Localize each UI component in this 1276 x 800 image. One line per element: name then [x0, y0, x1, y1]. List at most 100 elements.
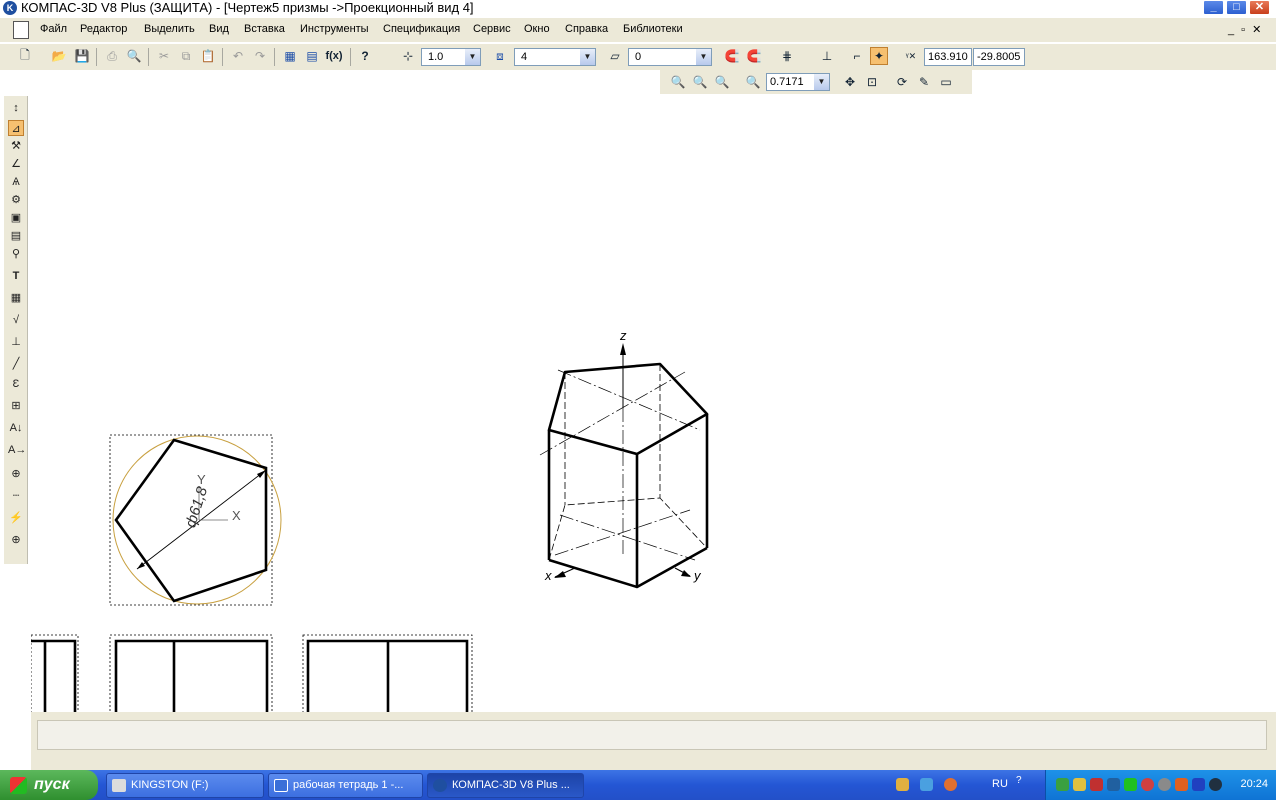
- local-cs-icon[interactable]: ⊥: [818, 47, 836, 65]
- dimension-tool-icon[interactable]: ↕: [8, 100, 24, 116]
- menu-window[interactable]: Окно: [524, 23, 550, 35]
- maximize-button[interactable]: □: [1226, 0, 1247, 15]
- geometry-tool-icon[interactable]: ⊿: [8, 120, 24, 136]
- style-icon[interactable]: ▱: [606, 47, 624, 65]
- view-tool-icon[interactable]: ⊕: [8, 466, 24, 482]
- document-icon[interactable]: [13, 21, 29, 39]
- cut-icon[interactable]: ✂: [155, 47, 173, 65]
- print-preview-icon[interactable]: 🔍: [125, 47, 143, 65]
- menu-service[interactable]: Сервис: [473, 23, 511, 35]
- menu-help[interactable]: Справка: [565, 23, 608, 35]
- redo-icon[interactable]: ↷: [251, 47, 269, 65]
- drawing-svg[interactable]: ф61,8 X Y z x y: [31, 96, 1276, 712]
- tray-icon[interactable]: [1073, 778, 1086, 791]
- tray-icon[interactable]: [1209, 778, 1222, 791]
- save-icon[interactable]: 💾: [73, 47, 91, 65]
- text-tool-icon[interactable]: T: [8, 268, 24, 284]
- zoom-in-icon[interactable]: 🔍: [691, 73, 709, 91]
- menu-file[interactable]: Файл: [40, 23, 67, 35]
- show-all-icon[interactable]: ⊡: [863, 73, 881, 91]
- coord-x-field[interactable]: 163.910: [924, 48, 972, 66]
- base-tool-icon[interactable]: ⊥: [8, 334, 24, 350]
- language-indicator[interactable]: RU: [992, 778, 1008, 790]
- document-window-controls[interactable]: _ ▫ ✕: [1228, 23, 1263, 36]
- task-kompas[interactable]: КОМПАС-3D V8 Plus ...: [427, 773, 584, 798]
- tray-icon[interactable]: [1141, 778, 1154, 791]
- start-button[interactable]: пуск: [0, 770, 98, 800]
- spec-tool-icon[interactable]: ▤: [8, 228, 24, 244]
- copy-icon[interactable]: ⧉: [177, 47, 195, 65]
- layer-icon[interactable]: ⧈: [491, 47, 509, 65]
- tray-icon[interactable]: [1056, 778, 1069, 791]
- help-pointer-icon[interactable]: ?: [356, 47, 374, 65]
- leader-tool-icon[interactable]: ╱: [8, 356, 24, 372]
- measure-tool-icon[interactable]: ⚙: [8, 192, 24, 208]
- zoom-combo[interactable]: 0.7171 ▼: [766, 73, 830, 91]
- clock[interactable]: 20:24: [1240, 778, 1268, 790]
- quicklaunch-icon[interactable]: [920, 778, 933, 791]
- grid-icon[interactable]: ⋕: [778, 47, 796, 65]
- paste-icon[interactable]: 📋: [199, 47, 217, 65]
- dimensions-tool-icon[interactable]: Ѧ: [8, 174, 24, 190]
- function-icon[interactable]: f(x): [325, 47, 343, 65]
- zoom-scale-icon[interactable]: 🔍: [744, 73, 762, 91]
- tray-icon[interactable]: [1090, 778, 1103, 791]
- quicklaunch-icon[interactable]: [896, 778, 909, 791]
- task-kingston[interactable]: KINGSTON (F:): [106, 773, 264, 798]
- drawing-canvas[interactable]: ф61,8 X Y z x y: [31, 96, 1276, 712]
- tolerance-tool-icon[interactable]: ⊞: [8, 398, 24, 414]
- scale-icon[interactable]: ⊹: [399, 47, 417, 65]
- parametrization-tool-icon[interactable]: ∠: [8, 156, 24, 172]
- coord-y-field[interactable]: -29.8005: [973, 48, 1025, 66]
- tray-icon[interactable]: [1192, 778, 1205, 791]
- edit-tool-icon[interactable]: ⚒: [8, 138, 24, 154]
- variables-icon[interactable]: ▤: [303, 47, 321, 65]
- tray-icon[interactable]: [1158, 778, 1171, 791]
- select-tool-icon[interactable]: ▣: [8, 210, 24, 226]
- minimize-button[interactable]: _: [1203, 0, 1224, 15]
- arrow-tool-icon[interactable]: A→: [8, 442, 26, 458]
- menu-editor[interactable]: Редактор: [80, 23, 127, 35]
- snap-magnet-icon[interactable]: 🧲: [723, 47, 741, 65]
- scale-combo[interactable]: 1.0 ▼: [421, 48, 481, 66]
- center-mark-tool-icon[interactable]: ⊕: [8, 532, 24, 548]
- print-icon[interactable]: ⎙: [103, 47, 121, 65]
- quicklaunch-icon[interactable]: [944, 778, 957, 791]
- tray-icon[interactable]: [1175, 778, 1188, 791]
- zoom-out-icon[interactable]: 🔍: [713, 73, 731, 91]
- open-folder-icon[interactable]: 📂: [50, 47, 68, 65]
- panel-icon[interactable]: ▭: [937, 73, 955, 91]
- refresh-icon[interactable]: ⟳: [893, 73, 911, 91]
- menu-specification[interactable]: Спецификация: [383, 23, 460, 35]
- layer-combo[interactable]: 4 ▼: [514, 48, 596, 66]
- menu-insert[interactable]: Вставка: [244, 23, 285, 35]
- mark-tool-icon[interactable]: Ɛ: [8, 376, 24, 392]
- menu-view[interactable]: Вид: [209, 23, 229, 35]
- pentagon-view[interactable]: ф61,8 X Y: [109, 434, 282, 606]
- table-tool-icon[interactable]: ▦: [8, 290, 24, 306]
- new-document-icon[interactable]: 🗋: [16, 47, 34, 65]
- task-workbook[interactable]: рабочая тетрадь 1 -...: [268, 773, 423, 798]
- tray-icon[interactable]: [1124, 778, 1137, 791]
- ortho-icon[interactable]: ⌐: [848, 47, 866, 65]
- menu-select[interactable]: Выделить: [144, 23, 195, 35]
- style-combo[interactable]: 0 ▼: [628, 48, 712, 66]
- pan-icon[interactable]: ✥: [841, 73, 859, 91]
- close-button[interactable]: ✕: [1249, 0, 1270, 15]
- axis-tool-icon[interactable]: ┄: [8, 488, 24, 504]
- cut-line-tool-icon[interactable]: A↓: [8, 420, 24, 436]
- local-snap-icon[interactable]: 🧲: [745, 47, 763, 65]
- properties-icon[interactable]: ✎: [915, 73, 933, 91]
- undo-icon[interactable]: ↶: [229, 47, 247, 65]
- hatch-tool-icon[interactable]: ⚡: [8, 510, 24, 526]
- isometric-prism-view[interactable]: z x y: [539, 328, 709, 589]
- menu-libraries[interactable]: Библиотеки: [623, 23, 683, 35]
- zoom-window-icon[interactable]: 🔍: [669, 73, 687, 91]
- menu-tools[interactable]: Инструменты: [300, 23, 369, 35]
- reports-tool-icon[interactable]: ⚲: [8, 246, 24, 262]
- language-options-icon[interactable]: ?: [1016, 775, 1022, 786]
- tray-icon[interactable]: [1107, 778, 1120, 791]
- parametric-icon[interactable]: ✦: [870, 47, 888, 65]
- roughness-tool-icon[interactable]: √: [8, 312, 24, 328]
- manager-icon[interactable]: ▦: [281, 47, 299, 65]
